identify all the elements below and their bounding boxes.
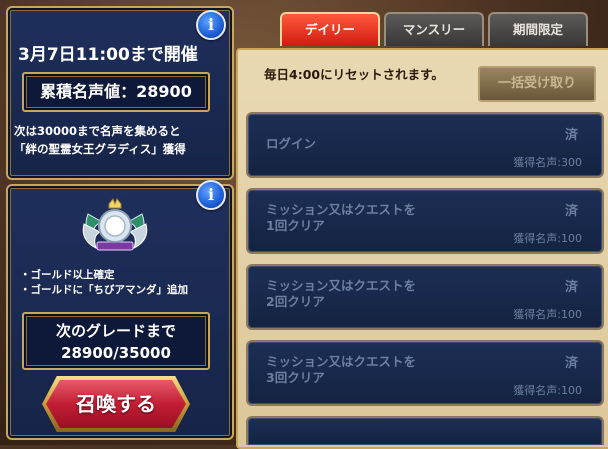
perk-item: ・ゴールドに「ちびアマンダ」追加 <box>20 284 188 296</box>
mission-title-line: ログイン <box>266 136 317 151</box>
mission-title-line: ミッション又はクエストを <box>266 354 417 369</box>
grade-progress: 28900/35000 <box>61 344 171 362</box>
mission-status: 済 <box>564 128 578 143</box>
info-icon[interactable]: i <box>196 10 226 40</box>
mission-title-line: 3回クリア <box>266 370 325 385</box>
mission-item[interactable]: ミッション又はクエストを 2回クリア 済 獲得名声:100 <box>246 264 604 330</box>
mission-status: 済 <box>564 280 578 295</box>
mission-reward: 獲得名声:300 <box>513 156 582 169</box>
mission-title-line: ミッション又はクエストを <box>266 202 417 217</box>
info-icon[interactable]: i <box>196 180 226 210</box>
fame-description-line: 次は30000まで名声を集めると <box>14 124 181 138</box>
fame-description: 次は30000まで名声を集めると 「絆の聖霊女王グラディス」獲得 <box>14 122 224 158</box>
mission-title-line: 1回クリア <box>266 218 325 233</box>
mission-reward: 獲得名声:100 <box>513 384 582 397</box>
fame-value: 累積名声値：28900 <box>40 82 192 101</box>
tab-daily[interactable]: デイリー <box>280 12 380 46</box>
mission-status: 済 <box>564 356 578 371</box>
grade-progress-box: 次のグレードまで 28900/35000 <box>22 312 210 370</box>
summon-button[interactable]: 召喚する <box>46 380 186 428</box>
emblem-icon <box>82 198 148 251</box>
mission-item[interactable]: ログイン 済 獲得名声:300 <box>246 112 604 178</box>
mission-reward: 獲得名声:100 <box>513 308 582 321</box>
mission-item[interactable]: ミッション又はクエストを 3回クリア 済 獲得名声:100 <box>246 340 604 406</box>
mission-title-line: ミッション又はクエストを <box>266 278 417 293</box>
mission-title: ミッション又はクエストを 2回クリア <box>266 278 526 310</box>
mission-item[interactable] <box>246 416 604 445</box>
event-period: 3月7日11:00まで開催 <box>18 45 198 65</box>
mission-title: ミッション又はクエストを 3回クリア <box>266 354 526 386</box>
grade-label: 次のグレードまで <box>55 322 176 340</box>
bulk-claim-button[interactable]: 一括受け取り <box>478 66 596 102</box>
mission-title-line: 2回クリア <box>266 294 325 309</box>
tab-monthly[interactable]: マンスリー <box>384 12 484 46</box>
tab-limited[interactable]: 期間限定 <box>488 12 588 46</box>
mission-status: 済 <box>564 204 578 219</box>
mission-reward: 獲得名声:100 <box>513 232 582 245</box>
fame-value-box: 累積名声値：28900 <box>22 72 210 112</box>
reset-note: 毎日4:00にリセットされます。 <box>264 67 444 82</box>
summon-perks: ・ゴールド以上確定 ・ゴールドに「ちびアマンダ」追加 <box>20 268 225 298</box>
perk-item: ・ゴールド以上確定 <box>20 269 115 281</box>
mission-title: ログイン <box>266 136 526 152</box>
mission-title: ミッション又はクエストを 1回クリア <box>266 202 526 234</box>
mission-item[interactable]: ミッション又はクエストを 1回クリア 済 獲得名声:100 <box>246 188 604 254</box>
fame-description-line: 「絆の聖霊女王グラディス」獲得 <box>14 142 186 156</box>
